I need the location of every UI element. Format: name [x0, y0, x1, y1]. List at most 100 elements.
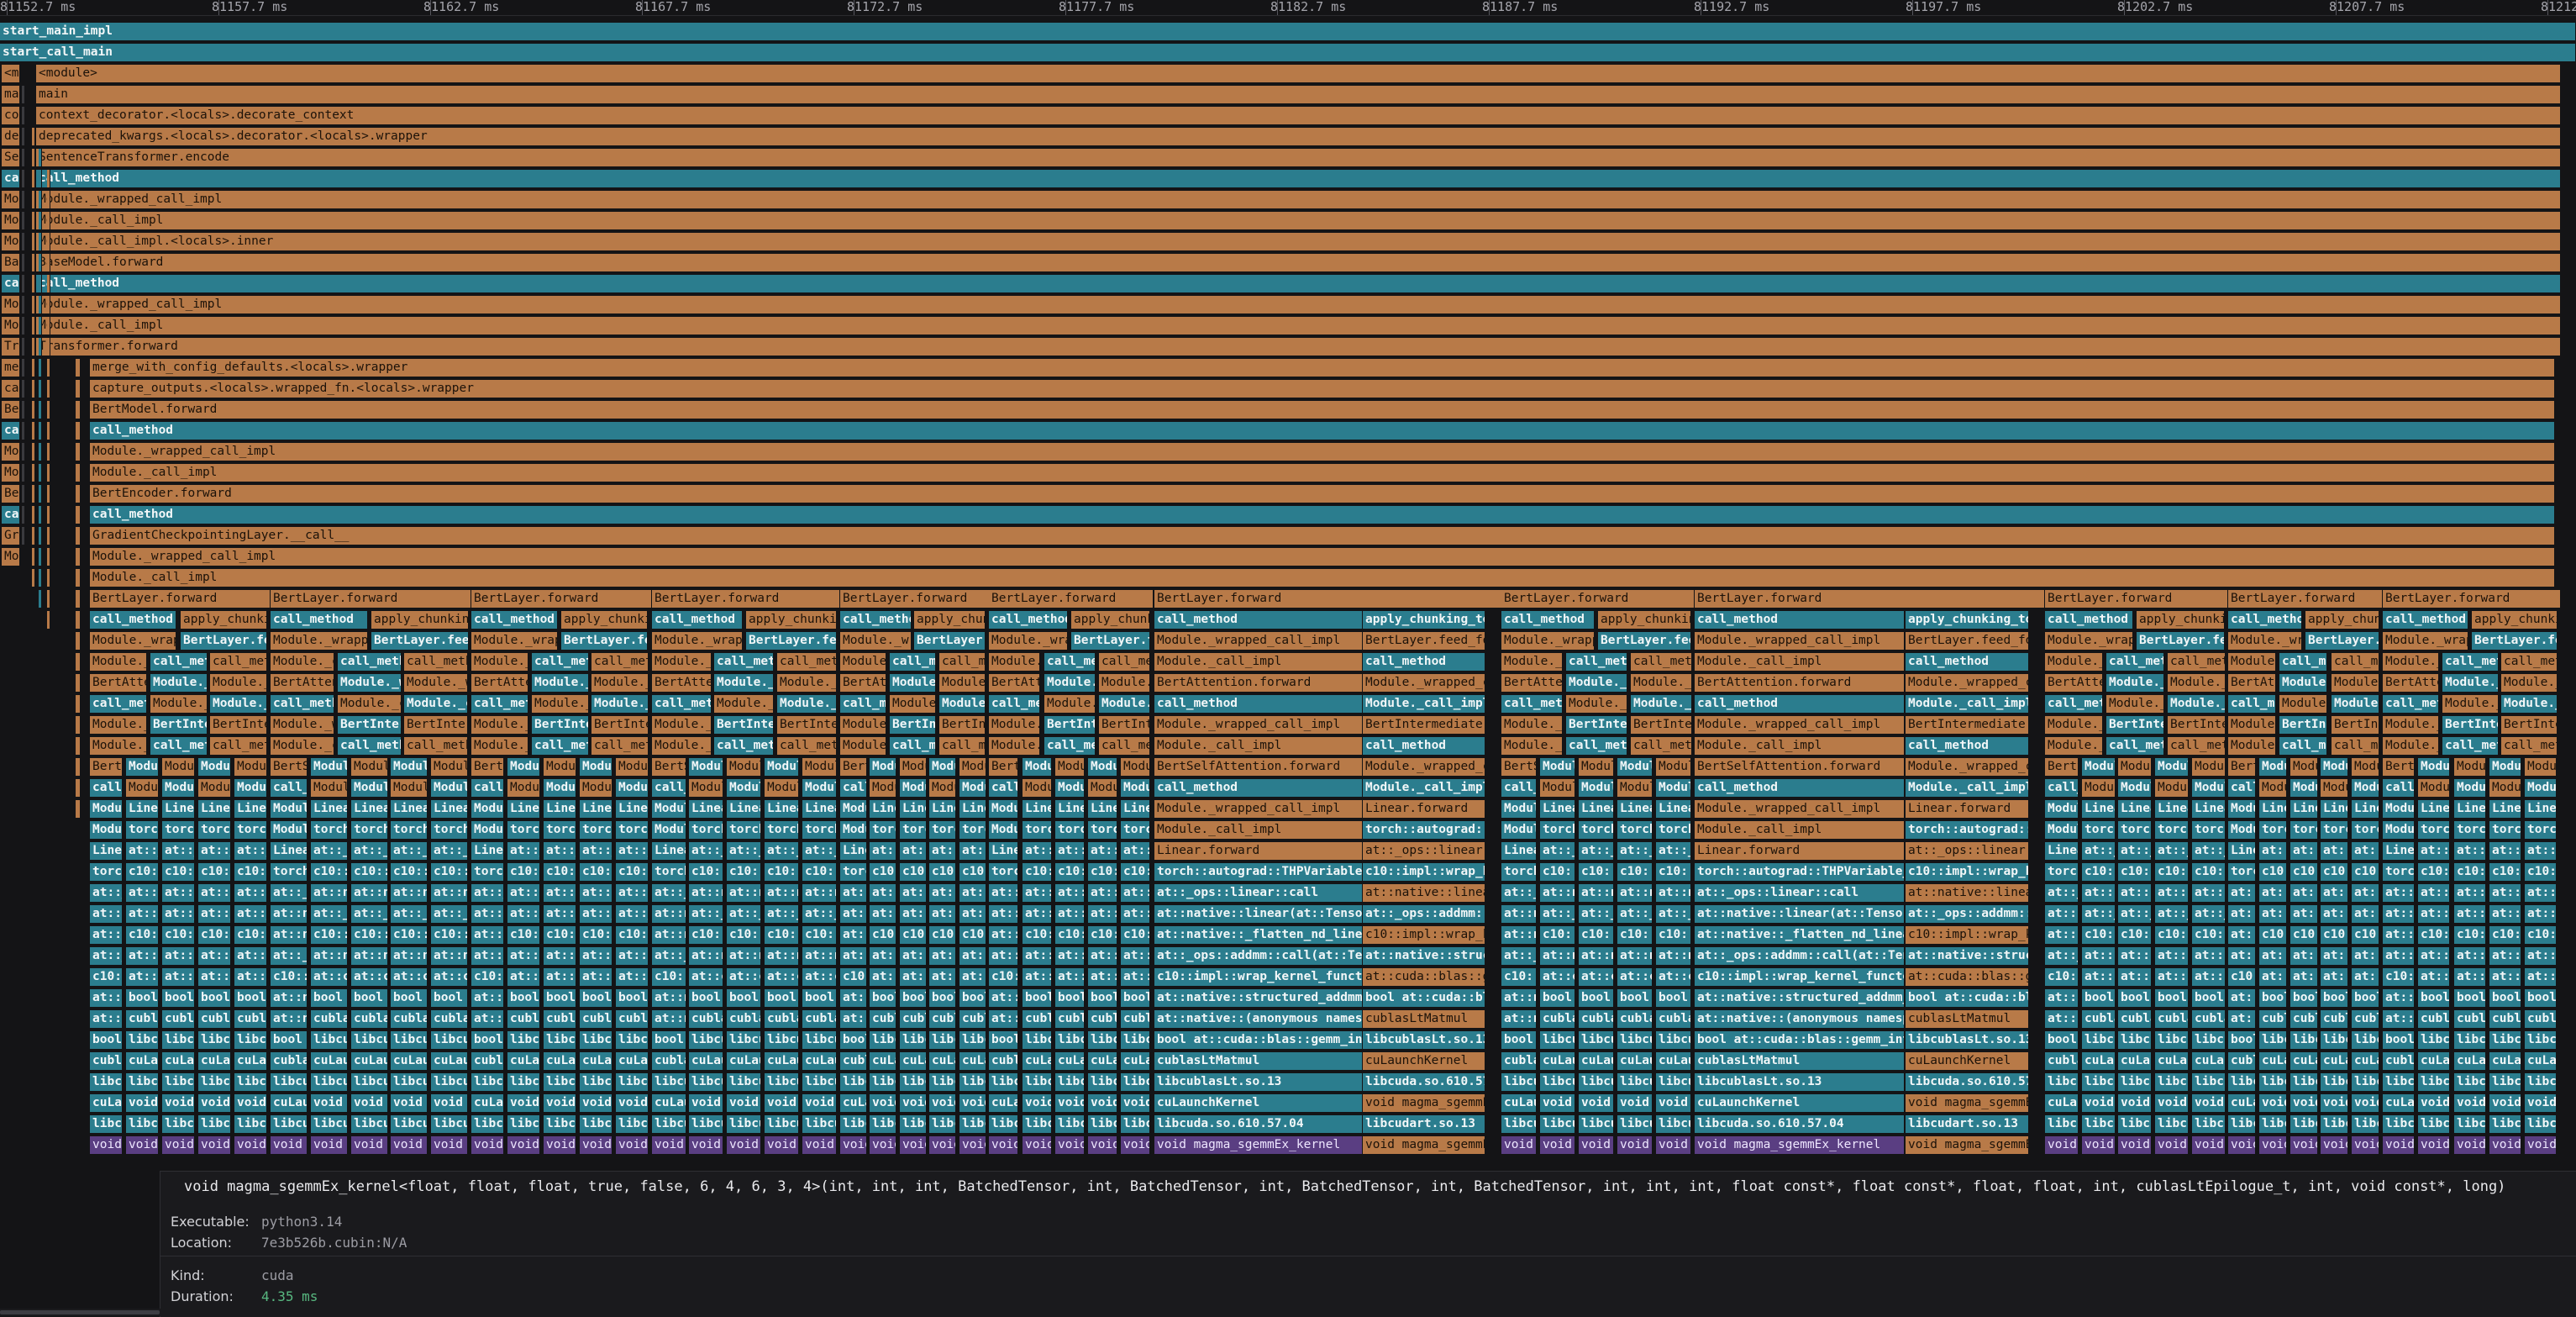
layer-frame[interactable]: Module._wrapped_call_impl: [840, 800, 867, 819]
layer-frame[interactable]: c10::impl::wrap_kernel_functor: [2454, 926, 2486, 946]
layer-frame[interactable]: c10::impl::wrap_kernel_functor: [391, 926, 428, 946]
flame-frame-stub[interactable]: [32, 422, 35, 441]
layer-frame[interactable]: Module._wrapped_call_impl: [471, 800, 504, 819]
layer-frame[interactable]: call_method: [2279, 737, 2327, 756]
layer-frame[interactable]: Linear.forward: [1656, 800, 1691, 819]
layer-frame[interactable]: libcublasLt.so.13: [507, 1031, 540, 1051]
layer-frame[interactable]: cublasLtMatmul: [162, 1010, 195, 1030]
layer-frame[interactable]: BertSelfAttention.forward: [989, 758, 1018, 777]
layer-frame[interactable]: BertLayer.forward: [471, 590, 652, 609]
layer-frame[interactable]: at::_ops::linear::call: [507, 842, 540, 861]
layer-frame[interactable]: BertSelfAttention.forward: [1501, 758, 1537, 777]
layer-frame[interactable]: Module._wrapped_call_impl: [929, 758, 956, 777]
layer-frame[interactable]: at::native::structured_addmm_out: [1695, 989, 1905, 1009]
layer-frame[interactable]: libcudart.so.13: [1023, 1115, 1052, 1135]
layer-frame[interactable]: Module._call_impl: [90, 821, 123, 840]
layer-frame[interactable]: Module._wrapped_call_impl: [90, 716, 147, 735]
layer-frame[interactable]: libcublasLt.so.13: [580, 1031, 612, 1051]
flame-frame[interactable]: BertEncoder.forward: [90, 485, 2555, 504]
layer-frame[interactable]: cublasLtMatmul: [1695, 1052, 1905, 1072]
layer-frame[interactable]: libcudart.so.13: [2489, 1115, 2521, 1135]
layer-frame[interactable]: at::native::_flatten_nd_linear: [1501, 926, 1537, 946]
layer-frame[interactable]: at::_ops::addmm::call: [765, 905, 799, 925]
layer-frame[interactable]: libcudart.so.13: [351, 1115, 388, 1135]
layer-frame[interactable]: Module._wrapped_call_impl: [2228, 716, 2276, 735]
layer-frame[interactable]: bool at::cuda::blas::gemm: [900, 989, 927, 1009]
flame-frame-stub[interactable]: [76, 653, 81, 672]
layer-frame[interactable]: cublasLtMatmul: [1656, 1010, 1691, 1030]
flame-frame[interactable]: Module._wrapped_call_impl: [36, 191, 2561, 210]
layer-frame[interactable]: void magma_sgemmEx_kernel: [959, 1094, 986, 1114]
layer-frame[interactable]: c10::impl::wrap_kernel_functor: [580, 863, 612, 882]
layer-frame[interactable]: Module._wrapped_call_impl: [2442, 674, 2499, 693]
layer-frame[interactable]: at::native::structured_addmm: [1540, 947, 1575, 967]
layer-frame[interactable]: c10::impl::wrap_kernel_functor: [1363, 926, 1485, 946]
layer-frame[interactable]: Module._call_impl: [840, 821, 867, 840]
layer-frame[interactable]: at::_ops::linear::call: [311, 842, 348, 861]
layer-frame[interactable]: Module._wrapped_call_impl: [391, 758, 428, 777]
layer-frame[interactable]: at::native::structured_addmm_out: [471, 989, 504, 1009]
layer-frame[interactable]: cublasLtMatmul: [234, 1010, 267, 1030]
layer-frame[interactable]: Module._call_impl: [2082, 779, 2116, 798]
layer-frame[interactable]: Module._wrapped_call_impl: [2501, 674, 2558, 693]
layer-frame[interactable]: void magma_sgemmEx_kernel: [727, 1094, 761, 1114]
layer-frame[interactable]: torch::autograd::THPVariable_linear: [1617, 821, 1653, 840]
layer-frame[interactable]: c10::impl::wrap_kernel_functor: [727, 863, 761, 882]
layer-frame[interactable]: call_method: [939, 737, 986, 756]
layer-frame[interactable]: at::_ops::linear::call: [2525, 842, 2557, 861]
layer-frame[interactable]: Module._wrapped_call_impl: [2045, 800, 2079, 819]
layer-frame[interactable]: at::native::structured_addmm_out: [90, 989, 123, 1009]
layer-frame[interactable]: libcuda.so.610.57.04: [1363, 1073, 1485, 1093]
layer-frame[interactable]: c10::impl::wrap_kernel_functor: [1906, 926, 2029, 946]
layer-frame[interactable]: at::native::linear(at::Tensor const&): [471, 905, 504, 925]
flame-frame[interactable]: Module._call_impl: [90, 569, 2555, 588]
layer-frame[interactable]: Module._wrapped_call_impl: [1501, 632, 1595, 651]
layer-frame[interactable]: call_method: [1906, 737, 2029, 756]
layer-frame[interactable]: c10::impl::wrap_kernel_functor: [1579, 863, 1614, 882]
layer-frame[interactable]: at::_ops::addmm::call: [2290, 905, 2318, 925]
layer-frame[interactable]: Module._wrapped_call_impl: [2525, 758, 2557, 777]
layer-frame[interactable]: cublasLtMatmul: [1906, 1010, 2029, 1030]
layer-frame[interactable]: c10::impl::wrap_kernel_functor: [802, 926, 837, 946]
layer-frame[interactable]: c10::impl::wrap_kernel_functor: [689, 863, 723, 882]
layer-frame[interactable]: Linear.forward: [2489, 800, 2521, 819]
flame-frame-stub[interactable]: [76, 800, 81, 819]
layer-frame[interactable]: libcudart.so.13: [2118, 1115, 2152, 1135]
layer-frame[interactable]: libcuda.so.610.57.04: [1154, 1115, 1363, 1135]
layer-frame[interactable]: libcuda.so.610.57.04: [1023, 1073, 1052, 1093]
layer-frame[interactable]: c10::impl::wrap_kernel_functor: [2352, 926, 2379, 946]
layer-frame[interactable]: at::native::linear: [391, 884, 428, 903]
layer-frame[interactable]: libcublasLt.so.13: [1363, 1031, 1485, 1051]
layer-frame[interactable]: Module._wrapped_call_impl: [2168, 674, 2226, 693]
layer-frame[interactable]: void magma_sgemmEx_kernel: [351, 1136, 388, 1156]
layer-frame[interactable]: c10::impl::wrap_kernel_functor: [2489, 863, 2521, 882]
layer-frame[interactable]: void magma_sgemmEx_kernel: [2290, 1094, 2318, 1114]
layer-frame[interactable]: bool at::cuda::blas::gemm: [311, 989, 348, 1009]
layer-frame[interactable]: libcuda.so.610.57.04: [90, 1115, 123, 1135]
layer-frame[interactable]: BertLayer.feed_forward_chunk: [1906, 632, 2029, 651]
layer-frame[interactable]: libcublasLt.so.13: [2290, 1031, 2318, 1051]
layer-frame[interactable]: call_method: [271, 779, 308, 798]
layer-frame[interactable]: BertLayer.forward: [2383, 590, 2561, 609]
layer-frame[interactable]: BertIntermediate.forward: [591, 716, 649, 735]
layer-frame[interactable]: Module._wrapped_call_impl: [1906, 674, 2029, 693]
layer-frame[interactable]: void magma_sgemmEx_kernel: [1617, 1136, 1653, 1156]
layer-frame[interactable]: c10::impl::wrap_kernel_functor: [989, 968, 1018, 988]
layer-frame[interactable]: cuLaunchKernel: [2352, 1052, 2379, 1072]
layer-frame[interactable]: apply_chunking_to_forward: [914, 611, 986, 630]
layer-frame[interactable]: Module._wrapped_call_impl: [2352, 758, 2379, 777]
layer-frame[interactable]: bool at::cuda::blas::gemm: [1023, 989, 1052, 1009]
layer-frame[interactable]: Linear.forward: [580, 800, 612, 819]
layer-frame[interactable]: void magma_sgemmEx_kernel: [471, 1136, 504, 1156]
layer-frame[interactable]: void magma_sgemmEx_kernel: [1540, 1136, 1575, 1156]
layer-frame[interactable]: libcuda.so.610.57.04: [1656, 1073, 1691, 1093]
flame-frame[interactable]: merge_with_config_defaults.<locals>.wrap…: [90, 359, 2555, 378]
layer-frame[interactable]: Module._call_impl: [162, 779, 195, 798]
layer-frame[interactable]: at::native::linear: [1088, 884, 1117, 903]
layer-frame[interactable]: cublasLtMatmul: [989, 1052, 1018, 1072]
layer-frame[interactable]: torch::autograd::THPVariable_linear: [271, 863, 308, 882]
layer-frame[interactable]: libcuda.so.610.57.04: [580, 1073, 612, 1093]
layer-frame[interactable]: BertSelfAttention.forward: [2228, 758, 2256, 777]
layer-frame[interactable]: at::_ops::linear::call: [1055, 842, 1085, 861]
layer-frame[interactable]: libcuda.so.610.57.04: [1906, 1073, 2029, 1093]
